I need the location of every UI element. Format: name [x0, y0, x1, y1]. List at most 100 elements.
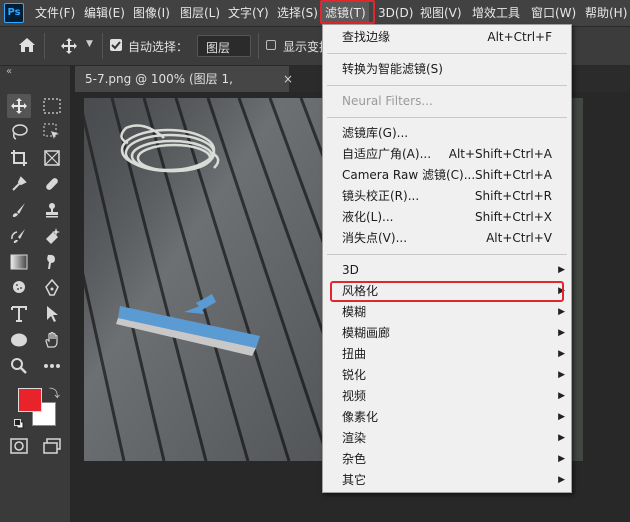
default-colors-icon[interactable]: [14, 418, 24, 429]
ellipse-icon[interactable]: [7, 328, 31, 352]
quick-mask-icon[interactable]: [7, 434, 31, 458]
menu-type[interactable]: 文字(Y): [228, 0, 269, 26]
menu-item-pixelate[interactable]: 像素化 ▶: [323, 407, 571, 428]
move-icon[interactable]: [7, 94, 31, 118]
menu-item-label: 镜头校正(R)...: [342, 189, 420, 203]
menu-item-label: 杂色: [342, 452, 367, 466]
home-icon[interactable]: [18, 37, 36, 56]
menu-image[interactable]: 图像(I): [133, 0, 170, 26]
eyedropper-icon[interactable]: [7, 172, 31, 196]
menu-item-label: 模糊: [342, 305, 367, 319]
menu-separator: [327, 53, 567, 54]
menu-item-label: 液化(L)...: [342, 210, 394, 224]
submenu-arrow-icon: ▶: [558, 307, 565, 317]
menu-item-sharpen[interactable]: 锐化 ▶: [323, 365, 571, 386]
menu-item-label: 模糊画廊: [342, 326, 391, 340]
document-image-edge: [571, 98, 583, 461]
menu-item-find-edges[interactable]: 查找边缘 Alt+Ctrl+F: [323, 27, 571, 48]
menu-item-label: 消失点(V)...: [342, 231, 408, 245]
menu-item-distort[interactable]: 扭曲 ▶: [323, 344, 571, 365]
swap-colors-icon[interactable]: ⤵: [49, 385, 60, 401]
move-tool-preset-icon[interactable]: [60, 37, 78, 58]
menu-window[interactable]: 窗口(W): [531, 0, 576, 26]
type-icon[interactable]: [7, 302, 31, 326]
submenu-arrow-icon: ▶: [558, 391, 565, 401]
divider: [258, 33, 259, 59]
menu-item-convert-smart-filters[interactable]: 转换为智能滤镜(S): [323, 59, 571, 80]
history-brush-icon[interactable]: [7, 224, 31, 248]
menu-select[interactable]: 选择(S): [277, 0, 318, 26]
menu-item-label: 滤镜库(G)...: [342, 126, 409, 140]
menu-item-vanishing-point[interactable]: 消失点(V)... Alt+Ctrl+V: [323, 228, 571, 249]
menu-item-liquify[interactable]: 液化(L)... Shift+Ctrl+X: [323, 207, 571, 228]
menu-item-neural-filters: Neural Filters...: [323, 91, 571, 112]
smudge-icon[interactable]: [40, 250, 64, 274]
brush-icon[interactable]: [7, 198, 31, 222]
dodge-icon[interactable]: [7, 276, 31, 300]
menu-item-shortcut: Shift+Ctrl+A: [475, 168, 552, 182]
show-transform-checkbox[interactable]: [266, 40, 276, 50]
screen-mode-icon[interactable]: [40, 434, 64, 458]
photoshop-logo: Ps: [4, 3, 24, 23]
menu-separator: [327, 254, 567, 255]
gradient-icon[interactable]: [7, 250, 31, 274]
document-tab[interactable]: 5-7.png @ 100% (图层 1, RGB/8#): [75, 66, 289, 112]
menu-3d[interactable]: 3D(D): [378, 0, 413, 26]
menu-item-label: 像素化: [342, 410, 379, 424]
stamp-icon[interactable]: [40, 198, 64, 222]
menu-item-shortcut: Alt+Ctrl+F: [487, 30, 552, 44]
menu-item-label: 锐化: [342, 368, 367, 382]
marquee-icon[interactable]: [40, 94, 64, 118]
menu-item-adaptive-wide-angle[interactable]: 自适应广角(A)... Alt+Shift+Ctrl+A: [323, 144, 571, 165]
menu-item-blur[interactable]: 模糊 ▶: [323, 302, 571, 323]
menu-edit[interactable]: 编辑(E): [84, 0, 125, 26]
pen-icon[interactable]: [40, 276, 64, 300]
menu-plugins[interactable]: 增效工具: [472, 0, 520, 26]
path-select-icon[interactable]: [40, 302, 64, 326]
menu-filter-highlight-box: [320, 0, 375, 24]
menu-item-label: 其它: [342, 473, 367, 487]
lasso-icon[interactable]: [7, 120, 31, 144]
submenu-arrow-icon: ▶: [558, 433, 565, 443]
menu-item-camera-raw[interactable]: Camera Raw 滤镜(C)... Shift+Ctrl+A: [323, 165, 571, 186]
menu-item-3d[interactable]: 3D ▶: [323, 260, 571, 281]
menu-item-other[interactable]: 其它 ▶: [323, 470, 571, 491]
submenu-arrow-icon: ▶: [558, 454, 565, 464]
menu-item-shortcut: Alt+Shift+Ctrl+A: [448, 147, 552, 161]
menu-item-label: 渲染: [342, 431, 367, 445]
zoom-icon[interactable]: [7, 354, 31, 378]
menu-item-video[interactable]: 视频 ▶: [323, 386, 571, 407]
submenu-arrow-icon: ▶: [558, 328, 565, 338]
auto-select-target-dropdown[interactable]: 图层: [197, 35, 251, 57]
menu-item-noise[interactable]: 杂色 ▶: [323, 449, 571, 470]
divider: [44, 33, 45, 59]
submenu-arrow-icon: ▶: [558, 265, 565, 275]
object-select-icon[interactable]: [40, 120, 64, 144]
menu-item-shortcut: Shift+Ctrl+X: [475, 210, 552, 224]
chevron-down-icon[interactable]: ▼: [86, 39, 93, 49]
submenu-arrow-icon: ▶: [558, 475, 565, 485]
auto-select-checkbox[interactable]: [110, 39, 122, 51]
menu-item-lens-correction[interactable]: 镜头校正(R)... Shift+Ctrl+R: [323, 186, 571, 207]
frame-icon[interactable]: [40, 146, 64, 170]
menu-help[interactable]: 帮助(H): [585, 0, 627, 26]
close-icon[interactable]: ×: [283, 66, 293, 92]
menu-item-blur-gallery[interactable]: 模糊画廊 ▶: [323, 323, 571, 344]
menu-layer[interactable]: 图层(L): [180, 0, 220, 26]
crop-icon[interactable]: [7, 146, 31, 170]
document-image: [84, 98, 336, 461]
menu-view[interactable]: 视图(V): [420, 0, 462, 26]
menu-item-label: Camera Raw 滤镜(C)...: [342, 168, 476, 182]
healing-icon[interactable]: [40, 172, 64, 196]
menu-file[interactable]: 文件(F): [35, 0, 75, 26]
collapse-panel-icon[interactable]: «: [6, 66, 12, 77]
menu-separator: [327, 85, 567, 86]
foreground-color-swatch[interactable]: [18, 388, 42, 412]
more-icon[interactable]: [40, 354, 64, 378]
menu-item-filter-gallery[interactable]: 滤镜库(G)...: [323, 123, 571, 144]
menu-item-label: Neural Filters...: [342, 94, 433, 108]
menu-item-label: 3D: [342, 263, 359, 277]
eraser-icon[interactable]: [40, 224, 64, 248]
menu-item-render[interactable]: 渲染 ▶: [323, 428, 571, 449]
hand-icon[interactable]: [40, 328, 64, 352]
